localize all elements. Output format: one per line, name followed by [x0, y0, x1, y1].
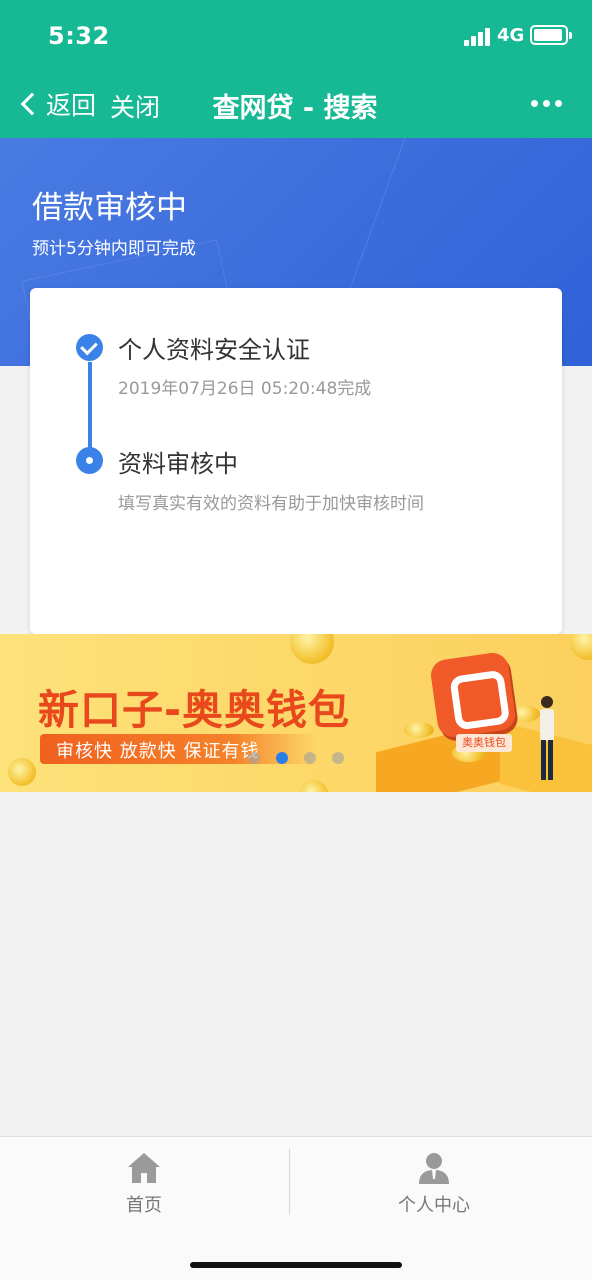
step-2-detail: 填写真实有效的资料有助于加快审核时间 [118, 494, 424, 514]
home-indicator[interactable] [190, 1262, 402, 1268]
user-icon [419, 1153, 449, 1184]
banner-tagline-text: 审核快 放款快 保证有钱 [56, 741, 260, 762]
tab-profile-label: 个人中心 [398, 1195, 470, 1216]
pager-dot[interactable] [248, 752, 260, 764]
tab-divider [289, 1149, 290, 1215]
review-status-subtitle: 预计5分钟内即可完成 [32, 239, 196, 259]
tab-home[interactable]: 首页 [54, 1149, 234, 1219]
progress-card: 个人资料安全认证 2019年07月26日 05:20:48完成 资料审核中 填写… [30, 288, 562, 634]
tab-home-label: 首页 [126, 1195, 162, 1216]
banner-title: 新口子-奥奥钱包 [38, 686, 351, 734]
check-circle-icon [76, 334, 103, 361]
banner-pager [246, 752, 356, 766]
promo-banner[interactable]: 新口子-奥奥钱包 审核快 放款快 保证有钱 奥奥钱包 [0, 634, 592, 792]
bottom-tab-bar: 首页 个人中心 [0, 1136, 592, 1280]
wallet-app-icon [428, 650, 518, 740]
top-bar: 5:32 4G 返回 关闭 查网贷 - 搜索 [0, 0, 592, 138]
current-step-icon [76, 447, 103, 474]
pager-dot-active[interactable] [276, 752, 288, 764]
more-icon[interactable] [528, 100, 564, 108]
page-title: 查网贷 - 搜索 [212, 93, 378, 124]
battery-icon [530, 25, 572, 45]
person-illustration [540, 696, 554, 780]
nav-bar: 返回 关闭 查网贷 - 搜索 [0, 70, 592, 138]
pager-dot[interactable] [304, 752, 316, 764]
step-2-title: 资料审核中 [118, 450, 238, 478]
tab-profile[interactable]: 个人中心 [344, 1149, 524, 1219]
coin-icon [290, 634, 334, 664]
step-1-title: 个人资料安全认证 [118, 336, 310, 364]
coin-stack-icon [404, 722, 434, 738]
network-type: 4G [497, 25, 525, 46]
coin-icon [8, 758, 36, 786]
chevron-left-icon [20, 92, 44, 116]
coin-icon [570, 634, 592, 660]
back-button[interactable]: 返回 [18, 84, 96, 124]
review-status-title: 借款审核中 [32, 190, 187, 226]
pager-dot[interactable] [332, 752, 344, 764]
app-label: 奥奥钱包 [456, 734, 512, 752]
coin-icon [300, 780, 328, 792]
step-1-detail: 2019年07月26日 05:20:48完成 [118, 379, 372, 399]
status-bar: 5:32 4G [0, 0, 592, 70]
close-button[interactable]: 关闭 [110, 88, 160, 124]
timeline-line [88, 362, 92, 450]
back-label: 返回 [46, 91, 97, 120]
status-time: 5:32 [48, 22, 110, 50]
home-icon [128, 1153, 160, 1183]
signal-icon [464, 28, 492, 46]
